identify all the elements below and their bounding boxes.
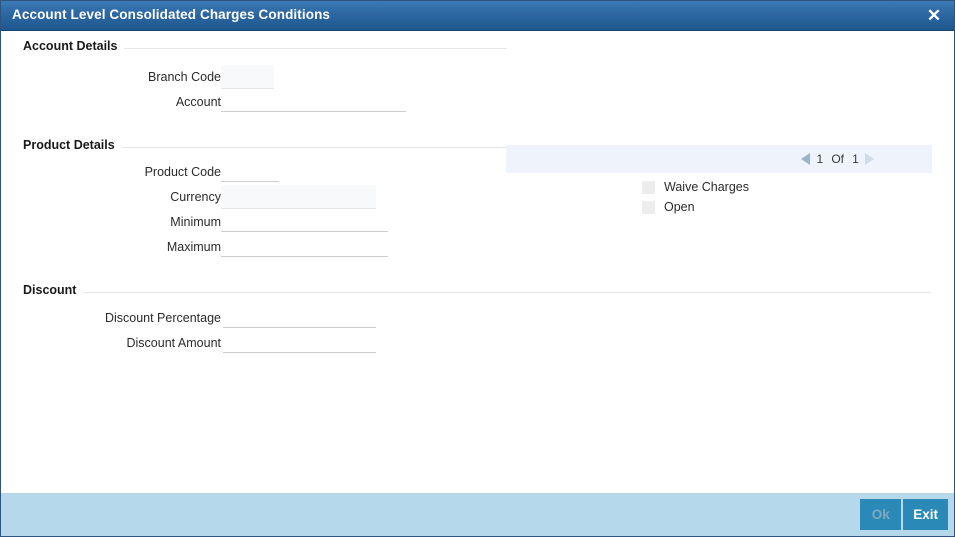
- field-row-branch-code: Branch Code: [61, 67, 221, 87]
- open-label: Open: [664, 200, 695, 214]
- title-bar: Account Level Consolidated Charges Condi…: [1, 1, 954, 31]
- field-row-account: Account: [61, 92, 221, 112]
- checkbox-row-open: Open: [642, 198, 695, 216]
- field-row-product-code: Product Code: [61, 162, 221, 182]
- discount-percentage-input[interactable]: [223, 308, 376, 328]
- record-total: 1: [852, 152, 859, 166]
- footer-buttons: Ok Exit: [860, 499, 948, 530]
- record-navigator: 1 Of 1: [801, 145, 874, 173]
- dialog-window: Account Level Consolidated Charges Condi…: [0, 0, 955, 537]
- section-product-details: Product Details: [23, 138, 507, 152]
- section-discount: Discount: [23, 283, 931, 297]
- checkbox-row-waive-charges: Waive Charges: [642, 178, 749, 196]
- field-row-discount-percentage: Discount Percentage: [61, 308, 221, 328]
- record-current: 1: [816, 152, 824, 166]
- account-label: Account: [175, 95, 221, 109]
- currency-input[interactable]: [221, 185, 376, 209]
- minimum-input[interactable]: [221, 212, 388, 232]
- discount-amount-label: Discount Amount: [126, 336, 222, 350]
- page-title: Account Level Consolidated Charges Condi…: [12, 7, 331, 22]
- section-title-discount: Discount: [23, 283, 84, 297]
- waive-charges-label: Waive Charges: [664, 180, 749, 194]
- currency-label: Currency: [170, 190, 221, 204]
- exit-button[interactable]: Exit: [903, 499, 948, 530]
- field-row-discount-amount: Discount Amount: [61, 333, 222, 353]
- account-input[interactable]: [221, 92, 406, 112]
- section-divider: [23, 292, 931, 293]
- record-navigator-panel: 1 Of 1: [506, 145, 932, 173]
- field-row-minimum: Minimum: [61, 212, 221, 232]
- triangle-right-icon[interactable]: [865, 153, 874, 165]
- maximum-label: Maximum: [166, 240, 221, 254]
- ok-button[interactable]: Ok: [860, 499, 902, 530]
- record-of-label: Of: [831, 152, 844, 166]
- section-title-account-details: Account Details: [23, 39, 125, 53]
- field-row-maximum: Maximum: [61, 237, 221, 257]
- field-row-currency: Currency: [61, 187, 221, 207]
- footer-bar: Ok Exit: [1, 492, 954, 536]
- section-title-product-details: Product Details: [23, 138, 122, 152]
- open-checkbox[interactable]: [642, 200, 655, 214]
- close-icon[interactable]: ✕: [923, 5, 945, 27]
- triangle-left-icon[interactable]: [801, 153, 811, 165]
- section-account-details: Account Details: [23, 39, 507, 53]
- branch-code-input[interactable]: [221, 65, 274, 89]
- product-code-label: Product Code: [144, 165, 221, 179]
- waive-charges-checkbox[interactable]: [642, 180, 655, 194]
- form-body: Account Details Branch Code Account Prod…: [1, 31, 954, 490]
- discount-percentage-label: Discount Percentage: [104, 311, 221, 325]
- branch-code-label: Branch Code: [148, 70, 221, 84]
- minimum-label: Minimum: [170, 215, 221, 229]
- product-code-input[interactable]: [221, 162, 279, 182]
- maximum-input[interactable]: [221, 237, 388, 257]
- discount-amount-input[interactable]: [223, 333, 376, 353]
